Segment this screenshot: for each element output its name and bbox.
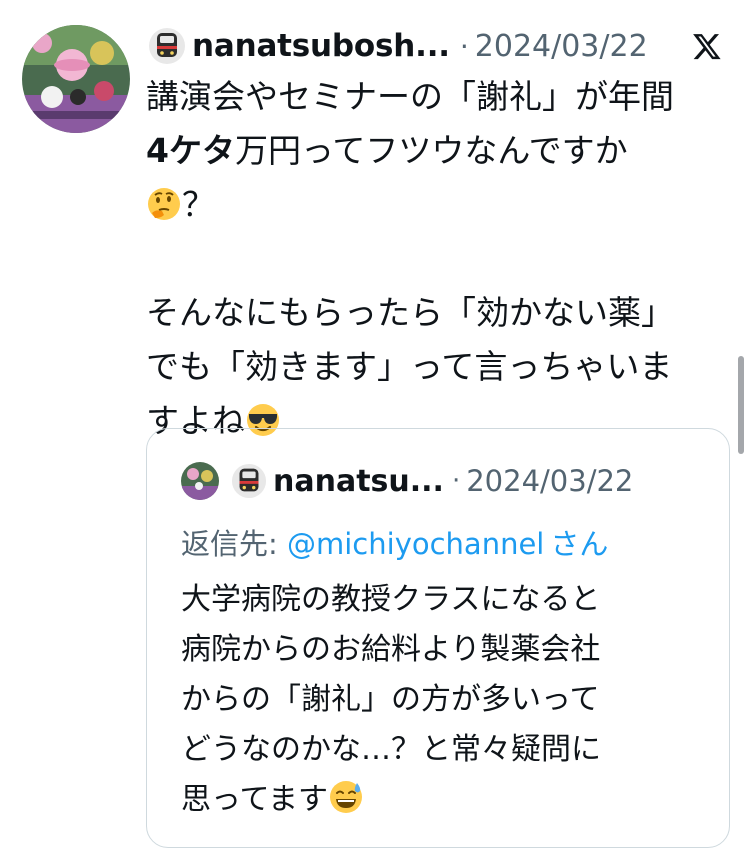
quoted-tweet-text: 思ってます xyxy=(181,782,328,817)
quoted-tweet-body: 大学病院の教授クラスになると 病院からのお給料より製薬会社 からの「謝礼」の方が… xyxy=(181,575,601,825)
header-separator: · xyxy=(459,29,469,63)
quoted-header-separator: · xyxy=(451,466,461,496)
thinking-face-icon xyxy=(148,188,180,220)
x-logo[interactable] xyxy=(690,29,724,63)
author-name[interactable]: nanatsubosh... xyxy=(192,28,450,64)
reply-to-label: 返信先: xyxy=(181,527,287,561)
reply-to-suffix: さん xyxy=(550,527,609,561)
tweet-bold-text: 4ケタ xyxy=(146,131,235,170)
quoted-tweet-line: 病院からのお給料より製薬会社 xyxy=(181,632,601,667)
tweet-date[interactable]: 2024/03/22 xyxy=(475,29,648,64)
tweet-line: でも「効きます」って言っちゃいま xyxy=(146,347,673,386)
quoted-tweet-card[interactable]: nanatsu... · 2024/03/22 返信先: @michiyocha… xyxy=(146,428,730,848)
sweat-smile-face-icon xyxy=(330,781,362,813)
author-avatar[interactable] xyxy=(22,25,130,133)
tweet-body: 講演会やセミナーの「謝礼」が年間 4ケタ万円ってフツウなんですか ？ そんなにも… xyxy=(146,70,736,448)
tweet-text: ？ xyxy=(182,185,215,224)
tweet-line: ？ xyxy=(146,178,736,232)
train-icon xyxy=(231,463,267,499)
quoted-tweet-header: nanatsu... · 2024/03/22 xyxy=(181,461,633,501)
x-logo-icon xyxy=(693,34,721,60)
quoted-author-name[interactable]: nanatsu... xyxy=(273,464,444,499)
tweet-text: 万円ってフツウなんですか xyxy=(234,131,628,170)
quoted-tweet-line: からの「謝礼」の方が多いって xyxy=(181,682,600,717)
quoted-tweet-date: 2024/03/22 xyxy=(466,464,634,498)
quoted-tweet-line: 大学病院の教授クラスになると xyxy=(181,582,601,617)
tweet-line: 講演会やセミナーの「謝礼」が年間 xyxy=(146,77,674,116)
tweet-header: nanatsubosh... · 2024/03/22 xyxy=(148,24,738,68)
scrollbar[interactable] xyxy=(738,356,744,454)
train-icon xyxy=(149,28,185,64)
quoted-tweet-line: 思ってます xyxy=(181,775,601,825)
quoted-author-avatar xyxy=(181,462,219,500)
tweet-line: そんなにもらったら「効かない薬」 xyxy=(146,293,674,332)
tweet-line: 4ケタ万円ってフツウなんですか xyxy=(146,124,736,178)
reply-to: 返信先: @michiyochannel さん xyxy=(181,521,608,563)
quoted-tweet-line: どうなのかな…？と常々疑問に xyxy=(181,732,601,767)
reply-to-handle[interactable]: @michiyochannel xyxy=(287,527,544,561)
